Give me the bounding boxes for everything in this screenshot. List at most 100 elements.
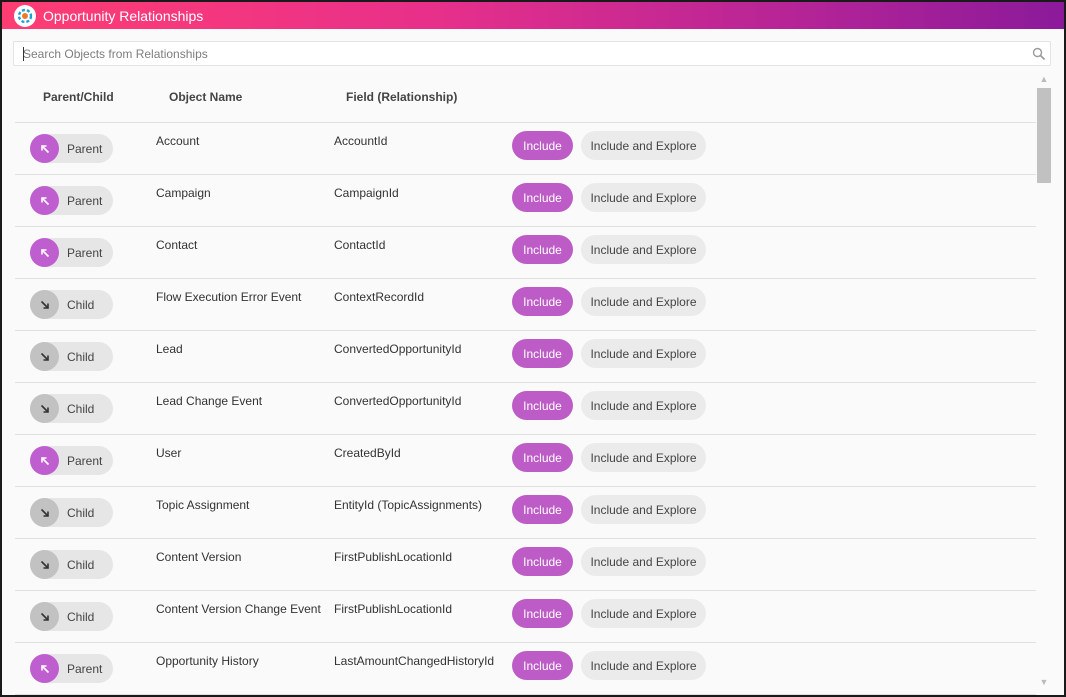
object-name: Topic Assignment — [156, 498, 250, 512]
object-name: Lead — [156, 342, 183, 356]
search-box[interactable] — [13, 41, 1051, 66]
include-button[interactable]: Include — [512, 235, 573, 264]
table-row: Parent User CreatedById Include Include and … — [15, 435, 1036, 487]
relationship-type-badge: Parent — [30, 134, 113, 163]
include-and-explore-button[interactable]: Include and Explore — [581, 651, 706, 680]
object-name: Campaign — [156, 186, 211, 200]
relationship-type-badge: Child — [30, 498, 113, 527]
include-and-explore-button[interactable]: Include and Explore — [581, 287, 706, 316]
search-input[interactable] — [14, 42, 1014, 65]
relationship-field: LastAmountChangedHistoryId — [334, 654, 495, 668]
table-row: Child Lead ConvertedOpportunityId Include In… — [15, 331, 1036, 383]
cloud-logo-icon — [14, 4, 36, 27]
include-button[interactable]: Include — [512, 183, 573, 212]
table-row: Parent Opportunity History LastAmountChang… — [15, 643, 1036, 695]
arrow-up-left-icon — [30, 238, 59, 267]
arrow-down-right-icon — [30, 550, 59, 579]
include-button[interactable]: Include — [512, 495, 573, 524]
object-name: Flow Execution Error Event — [156, 290, 302, 304]
column-header-field[interactable]: Field (Relationship) — [346, 90, 457, 104]
title-bar: Opportunity Relationships — [2, 2, 1064, 29]
arrow-down-right-icon — [30, 342, 59, 371]
table-row: Child Flow Execution Error Event ContextRe… — [15, 279, 1036, 331]
include-button[interactable]: Include — [512, 391, 573, 420]
relationship-type-label: Child — [67, 505, 95, 520]
relationship-field: ContextRecordId — [334, 290, 425, 304]
arrow-down-right-icon — [30, 394, 59, 423]
relationship-type-badge: Parent — [30, 186, 113, 215]
arrow-down-right-icon — [30, 290, 59, 319]
relationship-field: AccountId — [334, 134, 388, 148]
relationship-field: ConvertedOpportunityId — [334, 394, 462, 408]
relationship-type-badge: Child — [30, 602, 113, 631]
arrow-down-right-icon — [30, 602, 59, 631]
table-body: Parent Account AccountId Include Include and… — [15, 123, 1036, 695]
relationship-type-label: Parent — [67, 453, 103, 468]
include-and-explore-button[interactable]: Include and Explore — [581, 131, 706, 160]
relationship-field: CampaignId — [334, 186, 399, 200]
table-row: Parent Campaign CampaignId Include Include a… — [15, 175, 1036, 227]
relationship-type-label: Child — [67, 297, 95, 312]
include-button[interactable]: Include — [512, 547, 573, 576]
include-and-explore-button[interactable]: Include and Explore — [581, 547, 706, 576]
arrow-up-left-icon — [30, 446, 59, 475]
window-title: Opportunity Relationships — [43, 7, 204, 24]
column-header-parent-child[interactable]: Parent/Child — [43, 90, 114, 104]
column-header-object-name[interactable]: Object Name — [169, 90, 242, 104]
arrow-down-right-icon — [30, 498, 59, 527]
scrollbar-thumb[interactable] — [1037, 88, 1051, 183]
relationship-type-badge: Child — [30, 290, 113, 319]
relationship-type-label: Child — [67, 349, 95, 364]
relationship-type-badge: Parent — [30, 446, 113, 475]
relationship-type-label: Parent — [67, 141, 103, 156]
include-and-explore-button[interactable]: Include and Explore — [581, 391, 706, 420]
relationship-field: EntityId (TopicAssignments) — [334, 498, 483, 512]
include-and-explore-button[interactable]: Include and Explore — [581, 235, 706, 264]
relationship-type-badge: Parent — [30, 654, 113, 683]
object-name: Opportunity History — [156, 654, 259, 668]
include-and-explore-button[interactable]: Include and Explore — [581, 339, 706, 368]
include-button[interactable]: Include — [512, 651, 573, 680]
object-name: Lead Change Event — [156, 394, 263, 408]
include-button[interactable]: Include — [512, 339, 573, 368]
arrow-up-left-icon — [30, 186, 59, 215]
table-row: Parent Contact ContactId Include Include and… — [15, 227, 1036, 279]
vertical-scrollbar[interactable]: ▲ ▼ — [1037, 72, 1051, 689]
scroll-up-arrow-icon[interactable]: ▲ — [1037, 72, 1051, 86]
relationship-type-badge: Child — [30, 342, 113, 371]
object-name: User — [156, 446, 182, 460]
relationship-type-label: Child — [67, 609, 95, 624]
text-cursor — [23, 47, 24, 61]
arrow-up-left-icon — [30, 134, 59, 163]
scroll-down-arrow-icon[interactable]: ▼ — [1037, 675, 1051, 689]
include-button[interactable]: Include — [512, 443, 573, 472]
relationship-field: CreatedById — [334, 446, 401, 460]
table-row: Child Lead Change Event ConvertedOpportuni… — [15, 383, 1036, 435]
table-row: Child Content Version Change Event FirstPu… — [15, 591, 1036, 643]
relationship-type-label: Child — [67, 401, 95, 416]
relationship-type-label: Parent — [67, 245, 103, 260]
relationship-type-label: Child — [67, 557, 95, 572]
arrow-up-left-icon — [30, 654, 59, 683]
search-icon[interactable] — [1032, 47, 1046, 61]
include-and-explore-button[interactable]: Include and Explore — [581, 495, 706, 524]
relationship-field: ConvertedOpportunityId — [334, 342, 462, 356]
include-and-explore-button[interactable]: Include and Explore — [581, 183, 706, 212]
table-row: Parent Account AccountId Include Include and… — [15, 123, 1036, 175]
relationship-type-badge: Child — [30, 550, 113, 579]
object-name: Content Version — [156, 550, 242, 564]
object-name: Account — [156, 134, 200, 148]
include-button[interactable]: Include — [512, 131, 573, 160]
table-row: Child Topic Assignment EntityId (TopicAssi… — [15, 487, 1036, 539]
app-window: Opportunity Relationships Parent/Child O… — [0, 0, 1066, 697]
relationship-type-label: Parent — [67, 661, 103, 676]
relationships-table: Parent/Child Object Name Field (Relation… — [15, 70, 1036, 695]
include-and-explore-button[interactable]: Include and Explore — [581, 443, 706, 472]
include-and-explore-button[interactable]: Include and Explore — [581, 599, 706, 628]
relationship-type-badge: Child — [30, 394, 113, 423]
relationship-field: FirstPublishLocationId — [334, 550, 453, 564]
include-button[interactable]: Include — [512, 599, 573, 628]
include-button[interactable]: Include — [512, 287, 573, 316]
relationship-type-label: Parent — [67, 193, 103, 208]
relationship-field: ContactId — [334, 238, 386, 252]
